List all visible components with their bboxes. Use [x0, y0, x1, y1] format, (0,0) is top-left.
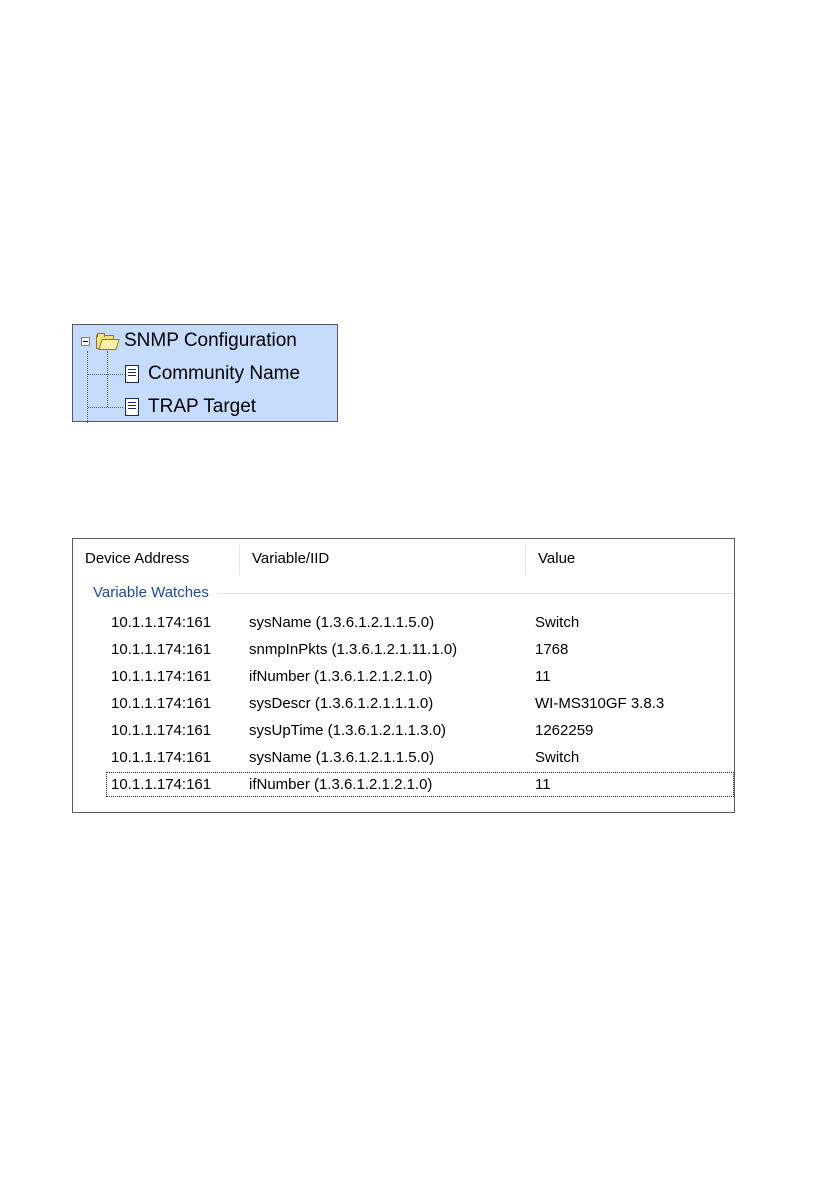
cell-variable-iid: sysName (1.3.6.1.2.1.1.5.0) [249, 749, 435, 766]
cell-variable-iid: snmpInPkts (1.3.6.1.2.1.11.1.0) [249, 641, 458, 658]
column-header-device-address[interactable]: Device Address [73, 539, 240, 579]
tree-connector-line [88, 407, 123, 408]
tree-connector-line [87, 351, 88, 423]
cell-variable-iid: sysUpTime (1.3.6.1.2.1.1.3.0) [249, 722, 447, 739]
document-icon [125, 365, 139, 383]
tree-node-label: Community Name [148, 363, 301, 384]
tree-node-community-name[interactable]: Community Name [125, 360, 300, 388]
folder-open-icon [96, 332, 120, 350]
list-header: Device Address Variable/IID Value [73, 539, 734, 579]
tree-node-snmp-configuration[interactable]: SNMP Configuration [81, 327, 297, 355]
table-row[interactable]: 10.1.1.174:161 ifNumber (1.3.6.1.2.1.2.1… [73, 663, 734, 690]
cell-device-address: 10.1.1.174:161 [111, 722, 212, 739]
cell-variable-iid: sysDescr (1.3.6.1.2.1.1.1.0) [249, 695, 434, 712]
group-divider [216, 592, 734, 594]
tree-connector-line [107, 351, 108, 407]
cell-variable-iid: sysName (1.3.6.1.2.1.1.5.0) [249, 614, 435, 631]
group-header-variable-watches[interactable]: Variable Watches [93, 581, 734, 603]
cell-device-address: 10.1.1.174:161 [111, 695, 212, 712]
collapse-minus-icon[interactable] [81, 336, 90, 346]
tree-connector-line [88, 374, 123, 375]
cell-value: 1262259 [535, 722, 594, 739]
cell-value: Switch [535, 749, 580, 766]
cell-value: Switch [535, 614, 580, 631]
column-header-value[interactable]: Value [526, 539, 734, 579]
cell-device-address: 10.1.1.174:161 [111, 776, 212, 793]
cell-device-address: 10.1.1.174:161 [111, 614, 212, 631]
cell-value: 11 [535, 776, 551, 793]
cell-value: 1768 [535, 641, 569, 658]
cell-device-address: 10.1.1.174:161 [111, 641, 212, 658]
table-row[interactable]: 10.1.1.174:161 sysUpTime (1.3.6.1.2.1.1.… [73, 717, 734, 744]
table-row-focused[interactable]: 10.1.1.174:161 ifNumber (1.3.6.1.2.1.2.1… [73, 771, 734, 798]
group-label: Variable Watches [93, 583, 209, 601]
table-row[interactable]: 10.1.1.174:161 sysName (1.3.6.1.2.1.1.5.… [73, 744, 734, 771]
tree-node-label: SNMP Configuration [124, 330, 297, 351]
column-header-variable-iid[interactable]: Variable/IID [240, 539, 526, 579]
cell-device-address: 10.1.1.174:161 [111, 749, 212, 766]
table-row[interactable]: 10.1.1.174:161 sysDescr (1.3.6.1.2.1.1.1… [73, 690, 734, 717]
cell-variable-iid: ifNumber (1.3.6.1.2.1.2.1.0) [249, 776, 433, 793]
tree-node-trap-target[interactable]: TRAP Target [125, 393, 256, 421]
tree-node-label: TRAP Target [148, 396, 257, 417]
snmp-tree-view: SNMP Configuration Community Name TRAP T… [72, 324, 338, 423]
cell-value: WI-MS310GF 3.8.3 [535, 695, 665, 712]
cell-variable-iid: ifNumber (1.3.6.1.2.1.2.1.0) [249, 668, 433, 685]
table-row[interactable]: 10.1.1.174:161 snmpInPkts (1.3.6.1.2.1.1… [73, 636, 734, 663]
variable-watch-list: Device Address Variable/IID Value Variab… [72, 538, 735, 813]
table-row[interactable]: 10.1.1.174:161 sysName (1.3.6.1.2.1.1.5.… [73, 609, 734, 636]
cell-value: 11 [535, 668, 551, 685]
document-icon [125, 398, 139, 416]
cell-device-address: 10.1.1.174:161 [111, 668, 212, 685]
